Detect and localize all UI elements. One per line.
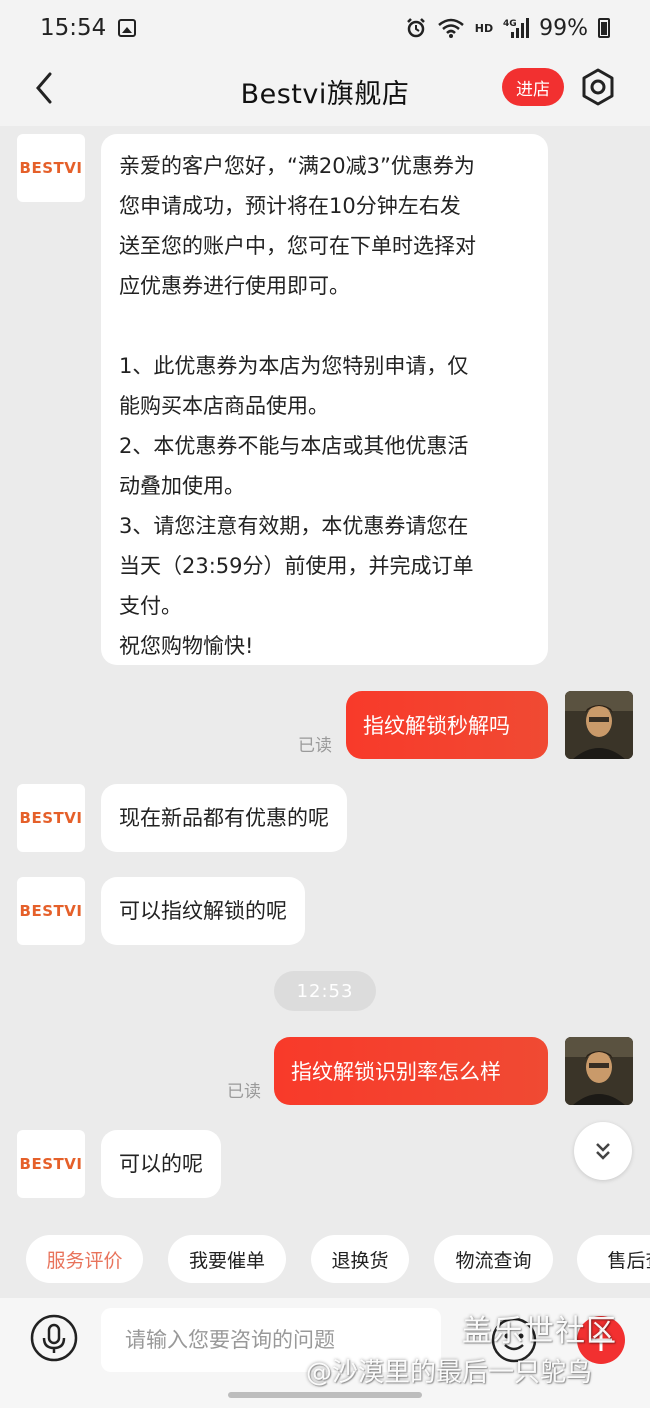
message-bubble-shop: 亲爱的客户您好，“满20减3”优惠券为 您申请成功，预计将在10分钟左右发 送至…	[101, 134, 548, 665]
shop-avatar[interactable]: BESTVI	[17, 134, 85, 202]
status-icons: HD 4G 99%	[405, 16, 610, 41]
read-receipt: 已读	[227, 1082, 261, 1102]
message-bubble-user: 指纹解锁识别率怎么样	[274, 1037, 548, 1105]
message-line	[119, 306, 530, 346]
battery-icon	[598, 18, 610, 38]
quick-reply-return-exchange[interactable]: 退换货	[311, 1235, 409, 1283]
shop-avatar[interactable]: BESTVI	[17, 877, 85, 945]
watermark-author: @沙漠里的最后一只鸵鸟	[306, 1358, 593, 1388]
hd-indicator: HD	[474, 21, 494, 35]
message-line: 您申请成功，预计将在10分钟左右发	[119, 194, 461, 218]
quick-reply-after-sales[interactable]: 售后查	[577, 1235, 650, 1283]
signal-icon: 4G	[503, 18, 530, 38]
read-receipt: 已读	[298, 736, 332, 756]
wifi-icon	[437, 18, 464, 38]
scroll-to-bottom-button[interactable]	[574, 1122, 632, 1180]
settings-icon[interactable]	[578, 66, 618, 108]
status-time: 15:54	[40, 15, 107, 41]
user-photo-icon	[565, 691, 633, 759]
quick-reply-urge-order[interactable]: 我要催单	[168, 1235, 286, 1283]
quick-reply-bar: 服务评价 我要催单 退换货 物流查询 售后查	[0, 1235, 650, 1285]
message-line: 3、请您注意有效期，本优惠券请您在	[119, 514, 469, 538]
quick-reply-logistics[interactable]: 物流查询	[434, 1235, 553, 1283]
message-line: 2、本优惠券不能与本店或其他优惠活	[119, 434, 469, 458]
message-line: 送至您的账户中，您可在下单时选择对	[119, 234, 476, 258]
microphone-icon[interactable]	[30, 1314, 78, 1362]
status-bar: 15:54 HD 4G 99%	[0, 0, 650, 56]
message-line: 亲爱的客户您好，“满20减3”优惠券为	[119, 154, 475, 178]
back-icon[interactable]	[30, 68, 60, 108]
battery-percent: 99%	[539, 15, 588, 41]
enter-store-button[interactable]: 进店	[502, 68, 564, 106]
message-line: 祝您购物愉快!	[119, 634, 254, 658]
user-photo-icon	[565, 1037, 633, 1105]
message-line: 支付。	[119, 594, 182, 618]
image-notification-icon	[118, 19, 137, 37]
alarm-icon	[406, 18, 425, 38]
user-avatar[interactable]	[565, 1037, 633, 1105]
user-avatar[interactable]	[565, 691, 633, 759]
message-bubble-user: 指纹解锁秒解吗	[346, 691, 548, 759]
double-chevron-down-icon	[596, 1143, 610, 1160]
message-line: 应优惠券进行使用即可。	[119, 274, 350, 298]
message-bubble-shop: 可以指纹解锁的呢	[101, 877, 305, 945]
watermark-community: 盖乐世社区	[462, 1314, 617, 1349]
message-line: 能购买本店商品使用。	[119, 394, 329, 418]
shop-title: Bestvi旗舰店	[240, 78, 410, 110]
quick-reply-service-rating[interactable]: 服务评价	[26, 1235, 143, 1283]
message-line: 1、此优惠券为本店为您特别申请，仅	[119, 354, 469, 378]
message-bubble-shop: 可以的呢	[101, 1130, 221, 1198]
message-bubble-shop: 现在新品都有优惠的呢	[101, 784, 347, 852]
message-line: 当天（23:59分）前使用，并完成订单	[119, 554, 474, 578]
message-timestamp: 12:53	[274, 971, 376, 1011]
network-type-label: 4G	[503, 19, 517, 29]
chat-header: Bestvi旗舰店 进店	[0, 56, 650, 126]
shop-avatar[interactable]: BESTVI	[17, 784, 85, 852]
shop-avatar[interactable]: BESTVI	[17, 1130, 85, 1198]
home-indicator[interactable]	[228, 1392, 422, 1398]
message-line: 动叠加使用。	[119, 474, 245, 498]
